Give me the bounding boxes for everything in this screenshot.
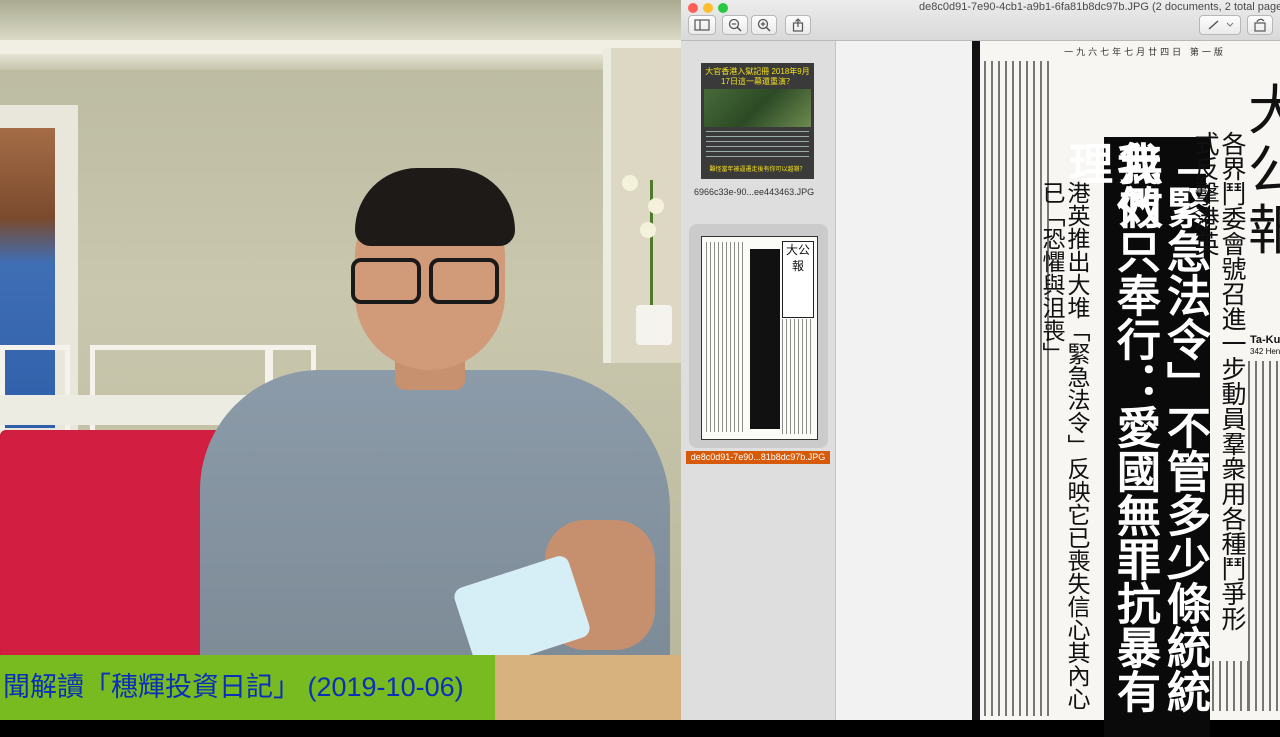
- zoom-out-icon: [728, 18, 742, 32]
- sidebar-toggle-icon: [694, 19, 710, 31]
- close-window-button[interactable]: [688, 3, 698, 13]
- share-button[interactable]: [785, 15, 811, 35]
- newspaper-page: 一九六七年七月廿四日 第一版 港英推出大堆「緊急法令」反映它已喪失信心其內心已「…: [972, 41, 1280, 737]
- thumbnail-2-filename[interactable]: de8c0d91-7e90...81b8dc97b.JPG: [686, 451, 830, 464]
- zoom-window-button[interactable]: [718, 3, 728, 13]
- subheadline: 各界鬥委會號召進一步動員羣衆用各種鬥爭形式反擊港英: [1191, 131, 1247, 631]
- sidebar-toggle-button[interactable]: [688, 15, 716, 35]
- masthead-english: Ta-Ku: [1250, 334, 1280, 346]
- article-column: 港英推出大堆「緊急法令」反映它已喪失信心其內心已「恐懼與沮喪」: [1038, 181, 1089, 710]
- masthead-address: 342 Henn: [1250, 347, 1280, 356]
- thumbnail-1-footer: 難怪當年被逼遷走後有你可以越嶺？: [709, 167, 806, 173]
- thumbnail-1-text-lines: [706, 131, 809, 157]
- orchid-flower: [622, 175, 638, 191]
- zoom-in-button[interactable]: [751, 15, 777, 35]
- title-bar: de8c0d91-7e90-4cb1-a9b1-6fa81b8dc97b.JPG…: [681, 0, 1280, 41]
- thumbnail-1-filename[interactable]: 6966c33e-90...ee443463.JPG: [694, 187, 814, 197]
- orchid-flower: [640, 222, 656, 238]
- thumbnail-1-title: 大官香港入獄記冊 2018年9月17日這一幕還重演？: [705, 67, 810, 86]
- person-hair: [355, 168, 515, 246]
- orchid-pot: [636, 305, 672, 345]
- minimize-window-button[interactable]: [703, 3, 713, 13]
- rotate-icon: [1254, 18, 1266, 32]
- window-title: de8c0d91-7e90-4cb1-a9b1-6fa81b8dc97b.JPG…: [919, 1, 1280, 13]
- thumbnail-1-photo: [704, 89, 811, 127]
- ceiling: [0, 0, 681, 70]
- orchid-flower: [648, 198, 664, 214]
- thumbnail-image-1[interactable]: 大官香港入獄記冊 2018年9月17日這一幕還重演？ 難怪當年被逼遷走後有你可以…: [701, 63, 814, 179]
- thumbnail-2-selection[interactable]: 大公報: [689, 224, 828, 448]
- caption-text: 聞解讀「穗輝投資日記」 (2019-10-06): [3, 672, 464, 702]
- markup-pen-icon: [1208, 20, 1234, 30]
- glasses: [351, 258, 501, 304]
- markup-button[interactable]: [1199, 15, 1241, 35]
- share-icon: [792, 18, 804, 32]
- thumbnail-2-headline: [750, 249, 780, 429]
- body-text-columns: [1248, 361, 1280, 711]
- newspaper-masthead: 大公報: [1248, 81, 1280, 262]
- zoom-out-button[interactable]: [722, 15, 748, 35]
- thumbnail-sidebar: 大官香港入獄記冊 2018年9月17日這一幕還重演？ 難怪當年被逼遷走後有你可以…: [681, 41, 836, 720]
- thumbnail-2-masthead: 大公報: [782, 241, 814, 318]
- preview-window: de8c0d91-7e90-4cb1-a9b1-6fa81b8dc97b.JPG…: [681, 0, 1280, 737]
- body-text-columns: [984, 61, 1054, 716]
- page-header: 一九六七年七月廿四日 第一版: [1064, 48, 1226, 58]
- thumbnail-image-2[interactable]: 大公報: [701, 236, 818, 440]
- headline-line-2: 我們只奉行：愛國無罪抗暴有理: [1061, 141, 1160, 713]
- webcam-video: 聞解讀「穗輝投資日記」 (2019-10-06): [0, 0, 681, 720]
- body-text-columns: [1212, 661, 1248, 711]
- zoom-in-icon: [757, 18, 771, 32]
- page-view[interactable]: + 一九六七年七月廿四日 第一版 港英推出大堆「緊急法令」反映它已喪失信心其內心…: [836, 41, 1280, 737]
- floor: [495, 655, 681, 720]
- crown-molding: [0, 40, 681, 54]
- rotate-button[interactable]: [1247, 15, 1273, 35]
